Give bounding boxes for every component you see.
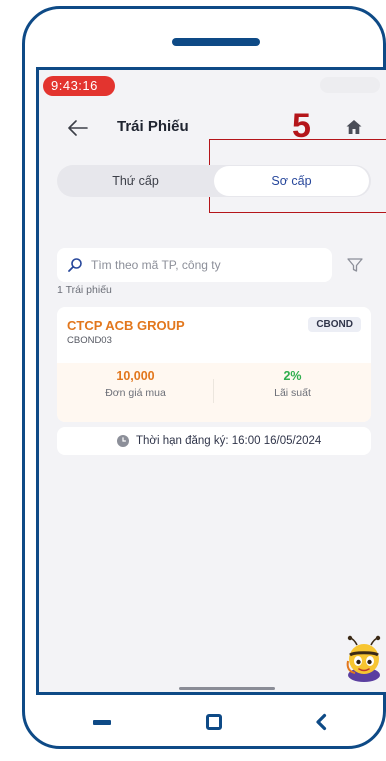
rate-value: 2%: [283, 369, 302, 383]
app-screen: 9:43:16 Trái Phiếu 5 Thứ cấp Sơ cấp 1 Tr…: [36, 67, 386, 695]
search-box: [57, 248, 332, 282]
phone-speaker: [172, 38, 260, 46]
search-icon: [68, 258, 82, 272]
market-tabs: Thứ cấp Sơ cấp: [57, 165, 371, 197]
price-value: 10,000: [116, 369, 155, 383]
deadline-text: Thời hạn đăng ký: 16:00 16/05/2024: [136, 435, 322, 447]
result-count: 1 Trái phiếu: [57, 284, 112, 296]
page-title: Trái Phiếu: [117, 118, 189, 135]
rate-label: Lãi suất: [274, 387, 311, 399]
arrow-left-icon[interactable]: [67, 118, 89, 138]
bond-code: CBOND03: [67, 335, 112, 346]
status-icons: [320, 77, 380, 93]
home-icon[interactable]: [345, 118, 363, 136]
bond-type-badge: CBOND: [308, 317, 361, 332]
tab-secondary-market[interactable]: Thứ cấp: [57, 165, 214, 197]
status-time: 9:43:16: [43, 76, 115, 96]
nav-menu-button[interactable]: [93, 720, 111, 725]
search-input[interactable]: [91, 248, 321, 282]
price-column: 10,000 Đơn giá mua: [57, 369, 214, 399]
gesture-bar: [179, 687, 275, 690]
company-name: CTCP ACB GROUP: [67, 318, 185, 333]
bond-values: 10,000 Đơn giá mua 2% Lãi suất: [57, 363, 371, 422]
nav-back-icon[interactable]: [315, 713, 327, 731]
bee-assistant-icon[interactable]: [341, 635, 386, 683]
filter-icon[interactable]: [346, 256, 364, 274]
rate-column: 2% Lãi suất: [214, 369, 371, 399]
clock-icon: [117, 435, 129, 447]
nav-home-button[interactable]: [206, 714, 222, 730]
bond-card[interactable]: CTCP ACB GROUP CBOND03 CBOND 10,000 Đơn …: [57, 307, 371, 422]
registration-deadline: Thời hạn đăng ký: 16:00 16/05/2024: [57, 427, 371, 455]
price-label: Đơn giá mua: [105, 387, 166, 399]
tab-primary-market[interactable]: Sơ cấp: [214, 166, 369, 196]
